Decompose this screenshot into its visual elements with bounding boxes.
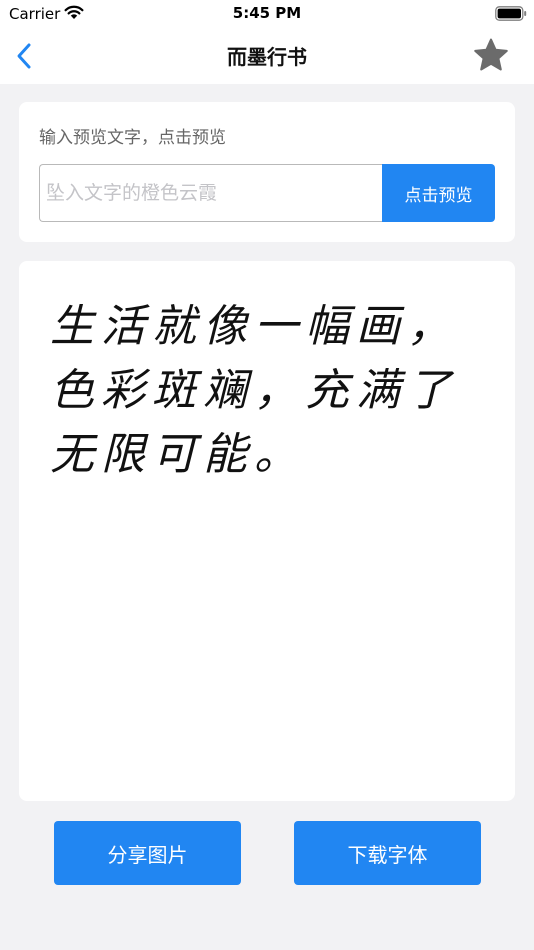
font-preview-text: 生活就像一幅画，色彩斑斓，充满了无限可能。 bbox=[50, 301, 458, 480]
star-icon[interactable] bbox=[473, 37, 509, 73]
page-title: 而墨行书 bbox=[227, 45, 307, 69]
status-time: 5:45 PM bbox=[232, 4, 302, 22]
font-preview-card: 生活就像一幅画，色彩斑斓，充满了无限可能。 bbox=[19, 261, 515, 801]
battery-icon bbox=[495, 6, 527, 21]
status-bar: Carrier 5:45 PM bbox=[0, 0, 534, 28]
share-image-button[interactable]: 分享图片 bbox=[54, 821, 241, 885]
download-font-button[interactable]: 下载字体 bbox=[294, 821, 481, 885]
preview-button[interactable]: 点击预览 bbox=[382, 164, 495, 222]
input-card: 输入预览文字，点击预览 点击预览 bbox=[19, 102, 515, 242]
navigation-bar: 而墨行书 bbox=[0, 28, 534, 84]
preview-text-input[interactable] bbox=[39, 164, 383, 222]
input-hint-label: 输入预览文字，点击预览 bbox=[39, 128, 226, 148]
